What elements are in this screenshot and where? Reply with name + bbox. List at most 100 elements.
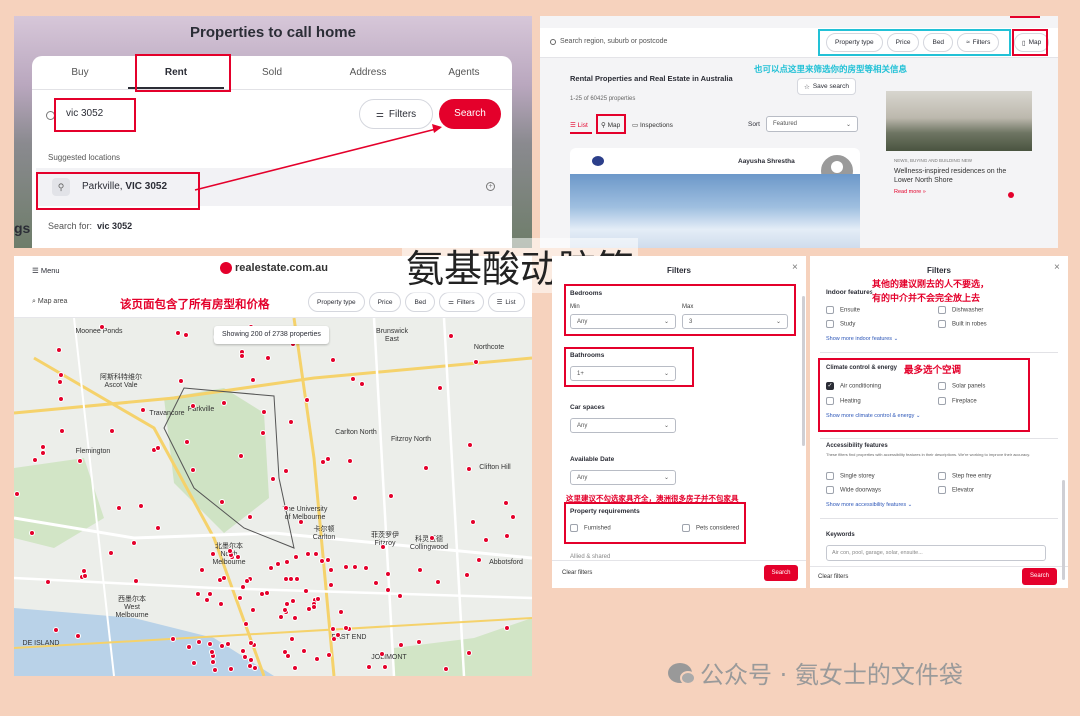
show-more-access-link[interactable]: Show more accessibility features ⌄ <box>826 502 912 508</box>
property-pin[interactable] <box>195 638 202 645</box>
property-pin[interactable] <box>292 615 299 622</box>
property-pin[interactable] <box>398 641 405 648</box>
property-pin[interactable] <box>503 500 510 507</box>
property-pin[interactable] <box>270 476 277 483</box>
property-pin[interactable] <box>29 530 36 537</box>
property-pin[interactable] <box>510 514 517 521</box>
property-pin[interactable] <box>314 655 321 662</box>
access-step-free[interactable]: Step free entry <box>938 472 991 480</box>
property-pin[interactable] <box>226 548 233 555</box>
scrollbar[interactable] <box>1062 480 1065 580</box>
property-pin[interactable] <box>381 664 388 671</box>
region-search-input[interactable]: Search region, suburb or postcode <box>560 38 667 45</box>
property-pin[interactable] <box>301 647 308 654</box>
property-pin[interactable] <box>283 468 290 475</box>
property-pin[interactable] <box>416 567 423 574</box>
property-pin[interactable] <box>435 579 442 586</box>
property-pin[interactable] <box>342 563 349 570</box>
property-pin[interactable] <box>274 561 281 568</box>
single-storey-checkbox[interactable] <box>826 472 834 480</box>
property-pin[interactable] <box>58 371 65 378</box>
sort-select[interactable]: Featured ⌄ <box>766 116 858 132</box>
property-pin[interactable] <box>195 591 202 598</box>
list-tab[interactable]: ☰ List <box>570 121 588 129</box>
property-pin[interactable] <box>177 377 184 384</box>
property-pin[interactable] <box>448 332 455 339</box>
menu-button[interactable]: ☰ Menu <box>32 266 60 275</box>
ensuite-checkbox[interactable] <box>826 306 834 314</box>
property-pin[interactable] <box>285 652 292 659</box>
property-pin[interactable] <box>284 558 291 565</box>
indoor-study[interactable]: Study <box>826 320 855 328</box>
property-pin[interactable] <box>289 635 296 642</box>
property-pin[interactable] <box>373 579 380 586</box>
listing-card[interactable]: Aayusha Shrestha <box>570 148 860 248</box>
property-pin[interactable] <box>82 572 89 579</box>
property-pin[interactable] <box>328 581 335 588</box>
property-pin[interactable] <box>304 397 311 404</box>
clear-filters-link[interactable]: Clear filters <box>818 574 848 580</box>
property-pin[interactable] <box>246 513 253 520</box>
property-type-button[interactable]: Property type <box>308 292 365 312</box>
robes-checkbox[interactable] <box>938 320 946 328</box>
property-pin[interactable] <box>59 428 66 435</box>
property-pin[interactable] <box>239 647 246 654</box>
property-pin[interactable] <box>154 444 161 451</box>
property-pin[interactable] <box>248 639 255 646</box>
property-pin[interactable] <box>14 491 21 498</box>
property-pin[interactable] <box>264 355 271 362</box>
property-pin[interactable] <box>328 566 335 573</box>
indoor-dishwasher[interactable]: Dishwasher <box>938 306 983 314</box>
property-pin[interactable] <box>109 427 116 434</box>
property-pin[interactable] <box>325 455 332 462</box>
property-pin[interactable] <box>243 621 250 628</box>
indoor-ensuite[interactable]: Ensuite <box>826 306 860 314</box>
property-pin[interactable] <box>224 640 231 647</box>
property-pin[interactable] <box>40 450 47 457</box>
site-logo[interactable]: realestate.com.au <box>220 262 328 274</box>
property-pin[interactable] <box>337 609 344 616</box>
property-pin[interactable] <box>264 590 271 596</box>
property-pin[interactable] <box>330 625 337 632</box>
property-pin[interactable] <box>282 504 289 511</box>
property-pin[interactable] <box>260 429 267 436</box>
property-pin[interactable] <box>81 567 88 574</box>
property-pin[interactable] <box>385 570 392 577</box>
property-pin[interactable] <box>186 643 193 650</box>
property-pin[interactable] <box>140 407 147 414</box>
property-pin[interactable] <box>184 438 191 445</box>
property-pin[interactable] <box>346 458 353 465</box>
property-pin[interactable] <box>131 539 138 546</box>
close-icon[interactable]: × <box>792 262 798 273</box>
property-pin[interactable] <box>209 659 216 666</box>
property-pin[interactable] <box>465 466 472 473</box>
property-pin[interactable] <box>169 636 176 643</box>
property-pin[interactable] <box>206 590 213 597</box>
property-pin[interactable] <box>423 465 430 472</box>
property-pin[interactable] <box>220 400 227 406</box>
indoor-robes[interactable]: Built in robes <box>938 320 987 328</box>
property-pin[interactable] <box>244 577 251 584</box>
car-select[interactable]: Any ⌄ <box>570 418 676 433</box>
property-pin[interactable] <box>190 660 197 667</box>
property-pin[interactable] <box>247 656 254 663</box>
property-pin[interactable] <box>483 536 490 543</box>
property-pin[interactable] <box>476 556 483 563</box>
property-pin[interactable] <box>99 324 106 331</box>
property-pin[interactable] <box>53 626 60 633</box>
property-pin[interactable] <box>429 534 436 541</box>
property-pin[interactable] <box>293 576 300 583</box>
property-pin[interactable] <box>303 587 310 594</box>
property-pin[interactable] <box>228 666 235 673</box>
property-pin[interactable] <box>219 498 226 505</box>
property-pin[interactable] <box>415 638 422 645</box>
property-pin[interactable] <box>77 457 84 464</box>
clear-filters-link[interactable]: Clear filters <box>562 570 592 576</box>
scrollbar[interactable] <box>802 296 805 446</box>
property-pin[interactable] <box>203 597 210 604</box>
property-pin[interactable] <box>219 643 226 650</box>
property-pin[interactable] <box>189 466 196 473</box>
property-pin[interactable] <box>57 379 64 386</box>
map-area-button[interactable]: ⌕ Map area <box>32 298 67 306</box>
save-search-button[interactable]: ☆ Save search <box>797 78 856 95</box>
